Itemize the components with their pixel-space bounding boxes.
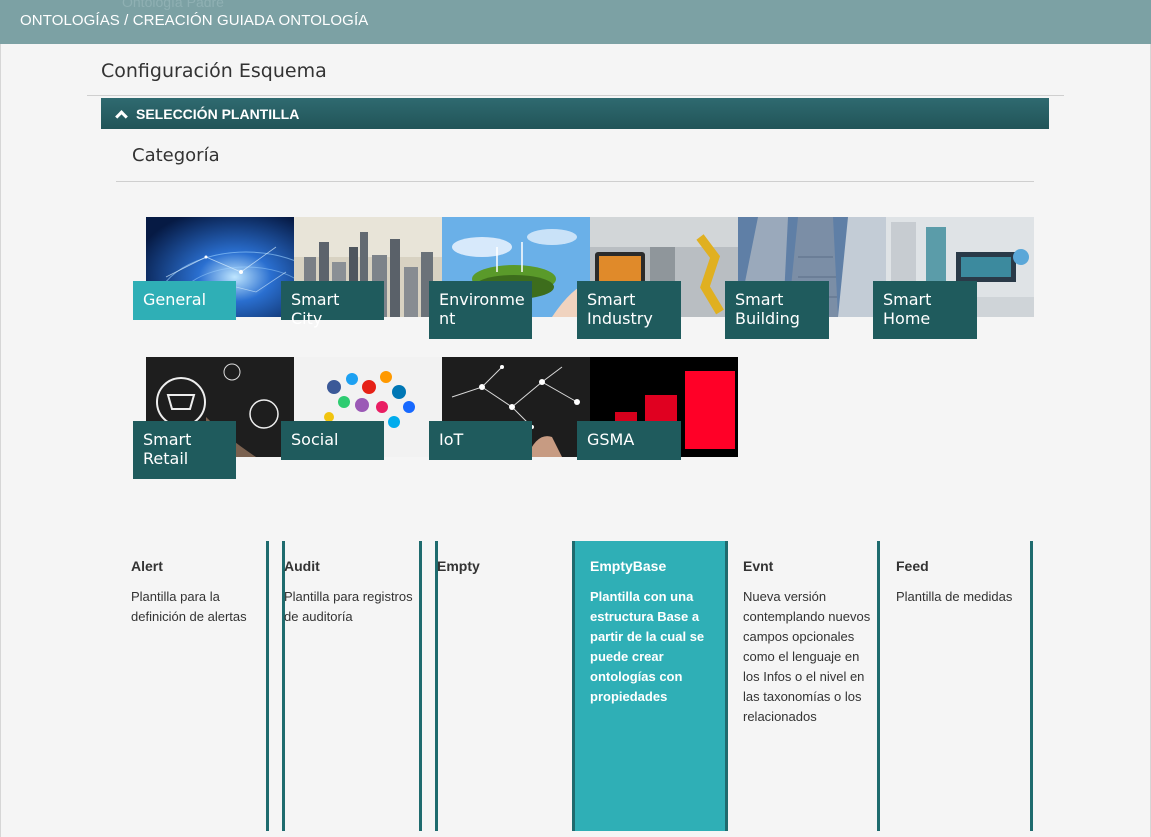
template-description: Plantilla de medidas bbox=[896, 589, 1013, 604]
template-name: Feed bbox=[896, 558, 929, 574]
chevron-up-icon bbox=[115, 109, 128, 123]
category-label: Smart Home bbox=[873, 281, 977, 339]
category-title: Categoría bbox=[132, 145, 220, 166]
template-description: Plantilla para registros de auditoría bbox=[284, 589, 413, 624]
category-tile-social[interactable]: Social bbox=[281, 357, 442, 460]
category-divider bbox=[116, 181, 1034, 182]
category-label: Smart Industry bbox=[577, 281, 681, 339]
panel-title: SELECCIÓN PLANTILLA bbox=[136, 105, 300, 122]
category-label: Smart City bbox=[281, 281, 384, 328]
template-description: Plantilla con una estructura Base a part… bbox=[590, 589, 705, 704]
top-bar: Ontología Padre ONTOLOGÍAS / CREACIÓN GU… bbox=[0, 0, 1151, 44]
template-name: Empty bbox=[437, 558, 480, 574]
template-description: Plantilla para la definición de alertas bbox=[131, 589, 247, 624]
breadcrumb: ONTOLOGÍAS / CREACIÓN GUIADA ONTOLOGÍA bbox=[20, 12, 369, 29]
template-card-feed[interactable]: Feed Plantilla de medidas bbox=[896, 541, 1033, 831]
template-selection-panel-toggle[interactable]: SELECCIÓN PLANTILLA bbox=[101, 98, 1049, 129]
category-tile-smart-city[interactable]: Smart City bbox=[281, 217, 442, 328]
category-tile-smart-retail[interactable]: Smart Retail bbox=[133, 357, 294, 479]
template-card-alert[interactable]: Alert Plantilla para la definición de al… bbox=[131, 541, 285, 831]
category-tile-smart-home[interactable]: Smart Home bbox=[873, 217, 1034, 339]
template-name: Evnt bbox=[743, 558, 774, 574]
category-tile-smart-building[interactable]: Smart Building bbox=[725, 217, 886, 339]
section-title: Configuración Esquema bbox=[101, 60, 327, 82]
template-description: Nueva versión contemplando nuevos campos… bbox=[743, 589, 871, 724]
category-label: Environme nt bbox=[429, 281, 532, 339]
category-tile-general[interactable]: General bbox=[133, 217, 294, 320]
category-tile-smart-industry[interactable]: Smart Industry bbox=[577, 217, 738, 339]
template-divider bbox=[266, 541, 269, 831]
category-tile-gsma[interactable]: GSMA bbox=[577, 357, 738, 460]
template-divider bbox=[725, 541, 728, 831]
template-card-evnt[interactable]: Evnt Nueva versión contemplando nuevos c… bbox=[743, 541, 880, 831]
category-label: General bbox=[133, 281, 236, 320]
template-card-audit[interactable]: Audit Plantilla para registros de audito… bbox=[284, 541, 438, 831]
template-divider bbox=[419, 541, 422, 831]
category-label: Social bbox=[281, 421, 384, 460]
category-label: IoT bbox=[429, 421, 532, 460]
category-label: Smart Building bbox=[725, 281, 829, 339]
category-tile-environment[interactable]: Environme nt bbox=[429, 217, 590, 339]
template-name: Audit bbox=[284, 558, 320, 574]
template-name: EmptyBase bbox=[590, 558, 667, 574]
section-divider bbox=[87, 95, 1064, 96]
category-label: GSMA bbox=[577, 421, 681, 460]
template-card-empty[interactable]: Empty bbox=[437, 541, 572, 831]
category-tile-iot[interactable]: IoT bbox=[429, 357, 590, 460]
template-divider bbox=[1030, 541, 1033, 831]
template-name: Alert bbox=[131, 558, 163, 574]
template-divider bbox=[572, 541, 575, 831]
scrolled-field-label: Ontología Padre bbox=[122, 0, 224, 10]
template-divider bbox=[877, 541, 880, 831]
template-card-emptybase[interactable]: EmptyBase Plantilla con una estructura B… bbox=[572, 541, 727, 831]
category-label: Smart Retail bbox=[133, 421, 236, 479]
